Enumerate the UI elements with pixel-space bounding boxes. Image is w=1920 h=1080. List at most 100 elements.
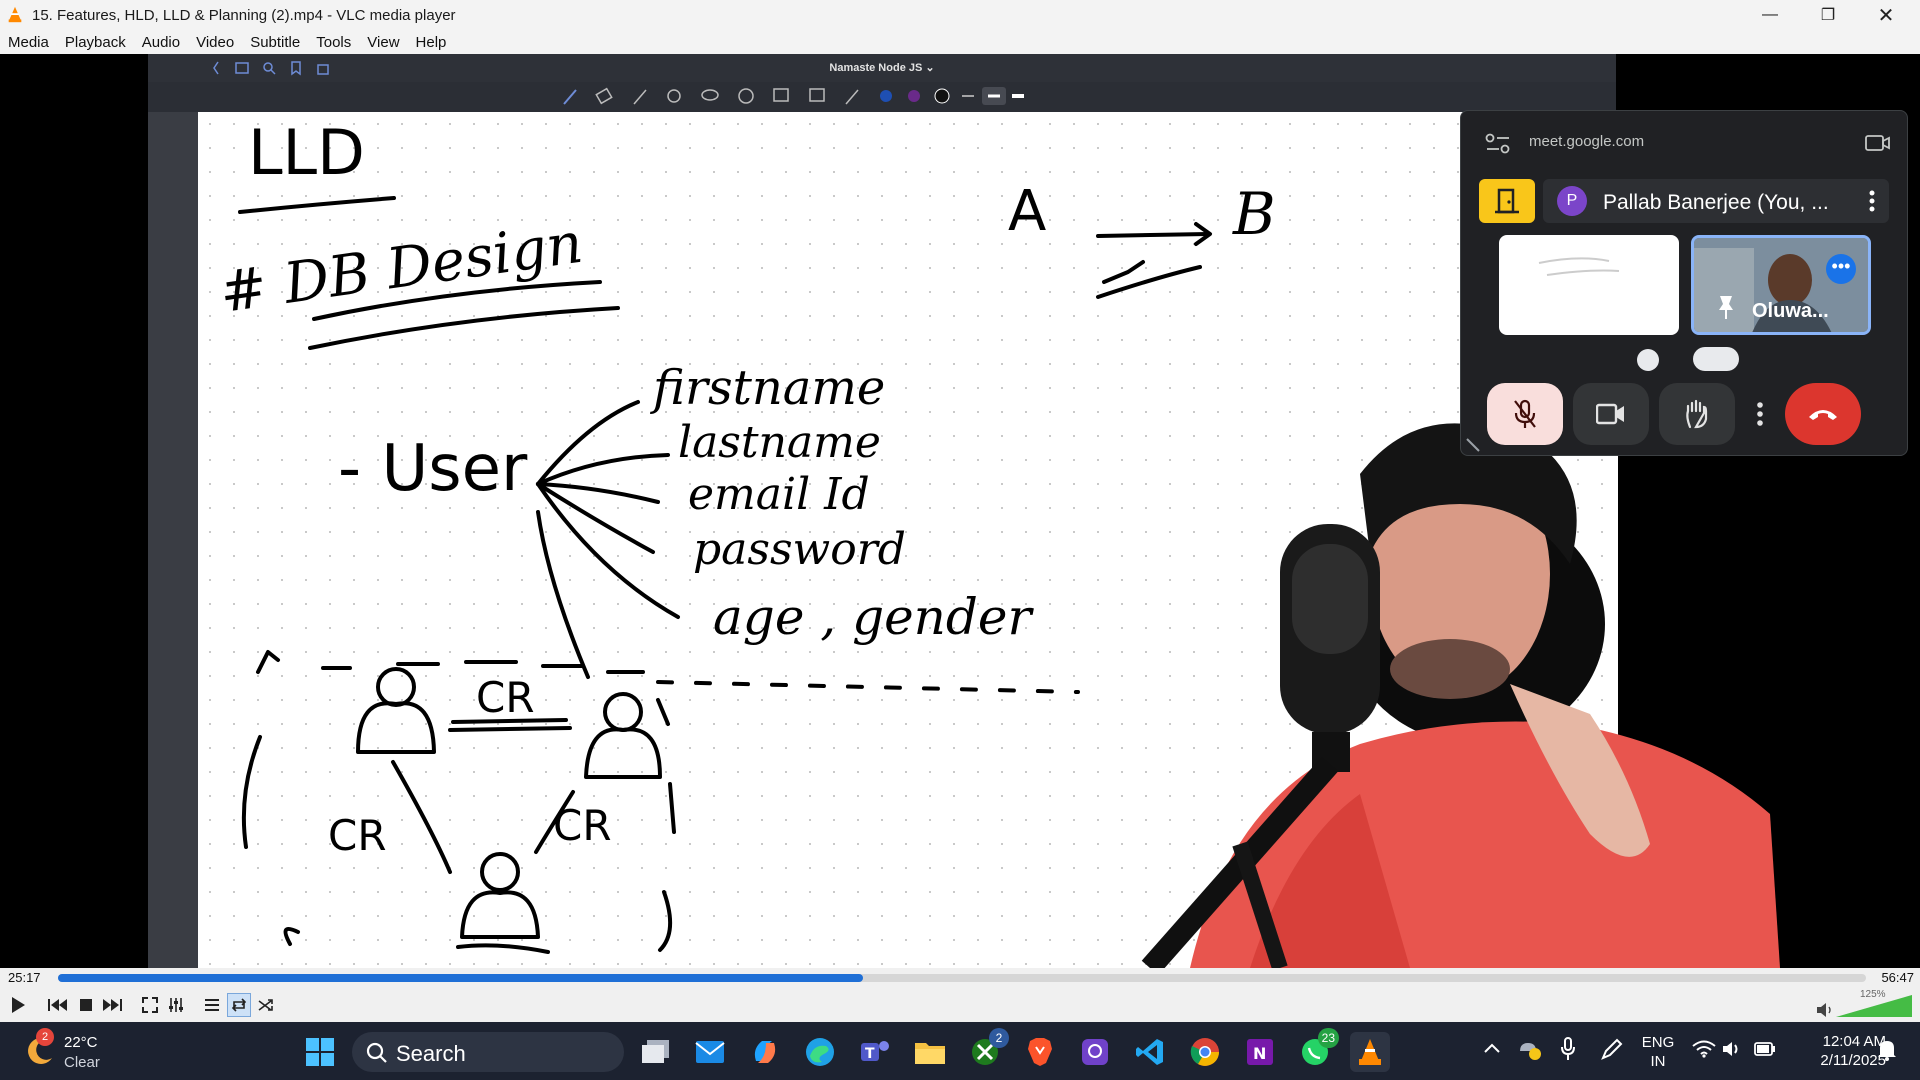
chrome-icon	[1190, 1038, 1219, 1066]
clock-time: 12:04 AM	[1822, 1033, 1886, 1050]
edge-browser-button[interactable]	[800, 1032, 840, 1072]
vlc-taskbar-button[interactable]	[1350, 1032, 1390, 1072]
menu-audio[interactable]: Audio	[134, 34, 188, 51]
brave-browser-button[interactable]	[1020, 1032, 1060, 1072]
more-vert-icon	[1757, 402, 1763, 426]
restore-button[interactable]: ❐	[1799, 0, 1857, 30]
language-indicator[interactable]: ENG IN	[1640, 1033, 1676, 1071]
camera-toggle-button[interactable]	[1573, 383, 1649, 445]
loop-button[interactable]	[227, 993, 251, 1017]
whatsapp-badge: 23	[1317, 1028, 1339, 1048]
window-title: 15. Features, HLD, LLD & Planning (2).mp…	[32, 6, 456, 24]
previous-icon	[48, 999, 67, 1011]
more-options-icon[interactable]: •••	[1826, 254, 1856, 284]
screen-share-tile[interactable]	[1499, 235, 1679, 335]
photos-button[interactable]	[1075, 1032, 1115, 1072]
more-actions-button[interactable]	[1745, 383, 1775, 445]
clock[interactable]: 12:04 AM 2/11/2025	[1792, 1032, 1886, 1070]
participants-mini-avatars	[1693, 347, 1739, 371]
label-b: B	[1232, 180, 1276, 248]
volume-icon[interactable]	[1816, 1002, 1834, 1018]
search-placeholder: Search	[396, 1041, 466, 1066]
door-icon	[1495, 188, 1519, 214]
menu-view[interactable]: View	[359, 34, 407, 51]
mic-off-icon	[1514, 399, 1536, 428]
fullscreen-button[interactable]	[138, 993, 162, 1017]
copilot-button[interactable]	[745, 1032, 785, 1072]
xbox-button[interactable]: 2	[965, 1028, 1009, 1072]
teams-button[interactable]: T	[855, 1032, 895, 1072]
total-time: 56:47	[1881, 970, 1914, 985]
speaker-icon[interactable]	[1722, 1040, 1742, 1058]
battery-icon[interactable]	[1754, 1041, 1776, 1057]
edge-icon	[806, 1038, 834, 1066]
menu-media[interactable]: Media	[0, 34, 57, 51]
leave-pip-button[interactable]	[1479, 179, 1535, 223]
more-vert-icon[interactable]	[1869, 190, 1875, 212]
tray-overflow-chevron-icon[interactable]	[1484, 1042, 1500, 1054]
previous-button[interactable]	[46, 993, 70, 1017]
resize-handle-icon[interactable]	[1465, 437, 1481, 453]
leave-call-button[interactable]	[1785, 383, 1861, 445]
playback-controls: 125%	[0, 988, 1920, 1022]
svg-text:T: T	[865, 1046, 875, 1062]
volume-slider[interactable]: 125%	[1836, 989, 1914, 1018]
field-email: email Id	[688, 469, 870, 520]
menu-playback[interactable]: Playback	[57, 34, 134, 51]
field-firstname: firstname	[650, 360, 885, 416]
playlist-button[interactable]	[200, 993, 224, 1017]
copilot-icon	[754, 1041, 776, 1063]
menu-subtitle[interactable]: Subtitle	[242, 34, 308, 51]
whatsapp-button[interactable]: 23	[1295, 1028, 1339, 1072]
menu-video[interactable]: Video	[188, 34, 242, 51]
participant-tile-name: Oluwa...	[1752, 300, 1829, 322]
mail-icon	[695, 1041, 725, 1063]
next-button[interactable]	[100, 993, 124, 1017]
seek-row: 25:17 56:47	[0, 968, 1920, 988]
pen-icon[interactable]	[1600, 1037, 1624, 1061]
start-button[interactable]	[300, 1032, 340, 1072]
shuffle-button[interactable]	[254, 993, 278, 1017]
file-explorer-button[interactable]	[910, 1032, 950, 1072]
wifi-icon[interactable]	[1692, 1040, 1716, 1058]
participant-chip[interactable]: P Pallab Banerjee (You, ...	[1543, 179, 1889, 223]
video-area[interactable]: Namaste Node JS ⌄ LLD # DB Design - User…	[0, 54, 1920, 968]
onenote-button[interactable]: N	[1240, 1032, 1280, 1072]
site-settings-icon[interactable]	[1485, 133, 1511, 155]
weather-desc: Clear	[64, 1054, 100, 1071]
close-button[interactable]: ✕	[1857, 0, 1915, 30]
seek-bar-fill	[58, 974, 863, 982]
field-age-gender: age , gender	[713, 588, 1034, 646]
seek-bar[interactable]	[58, 974, 1866, 982]
vscode-button[interactable]	[1130, 1032, 1170, 1072]
extended-settings-button[interactable]	[164, 993, 188, 1017]
camera-icon	[1596, 403, 1624, 425]
mic-toggle-button[interactable]	[1487, 383, 1563, 445]
presenter-mini-avatar	[1637, 349, 1659, 371]
back-to-tab-icon[interactable]	[1865, 133, 1891, 153]
vlc-cone-icon	[1359, 1039, 1381, 1065]
hang-up-icon	[1809, 410, 1837, 420]
minimize-button[interactable]: —	[1741, 0, 1799, 30]
play-button[interactable]	[6, 993, 30, 1017]
onenote-icon: N	[1247, 1039, 1273, 1065]
participant-video-tile[interactable]: ••• Oluwa...	[1691, 235, 1871, 335]
pin-icon[interactable]	[1716, 294, 1736, 320]
shuffle-icon	[258, 999, 273, 1011]
notification-bell-icon[interactable]	[1876, 1038, 1898, 1062]
stop-button[interactable]	[74, 993, 98, 1017]
taskbar-search[interactable]: Search	[352, 1032, 624, 1072]
recorded-app-topbar: Namaste Node JS ⌄	[148, 54, 1616, 82]
weather-widget[interactable]: 2 22°C Clear	[20, 1028, 130, 1074]
chrome-button[interactable]	[1185, 1032, 1225, 1072]
menu-tools[interactable]: Tools	[308, 34, 359, 51]
microphone-icon[interactable]	[1560, 1036, 1576, 1062]
raise-hand-button[interactable]	[1659, 383, 1735, 445]
defender-warning-icon[interactable]	[1518, 1039, 1542, 1061]
menu-help[interactable]: Help	[408, 34, 455, 51]
language-code: ENG	[1641, 1034, 1675, 1051]
mail-app-button[interactable]	[690, 1032, 730, 1072]
recorded-app-title: Namaste Node JS ⌄	[829, 62, 935, 74]
play-icon	[12, 997, 25, 1013]
task-view-button[interactable]	[636, 1032, 676, 1072]
